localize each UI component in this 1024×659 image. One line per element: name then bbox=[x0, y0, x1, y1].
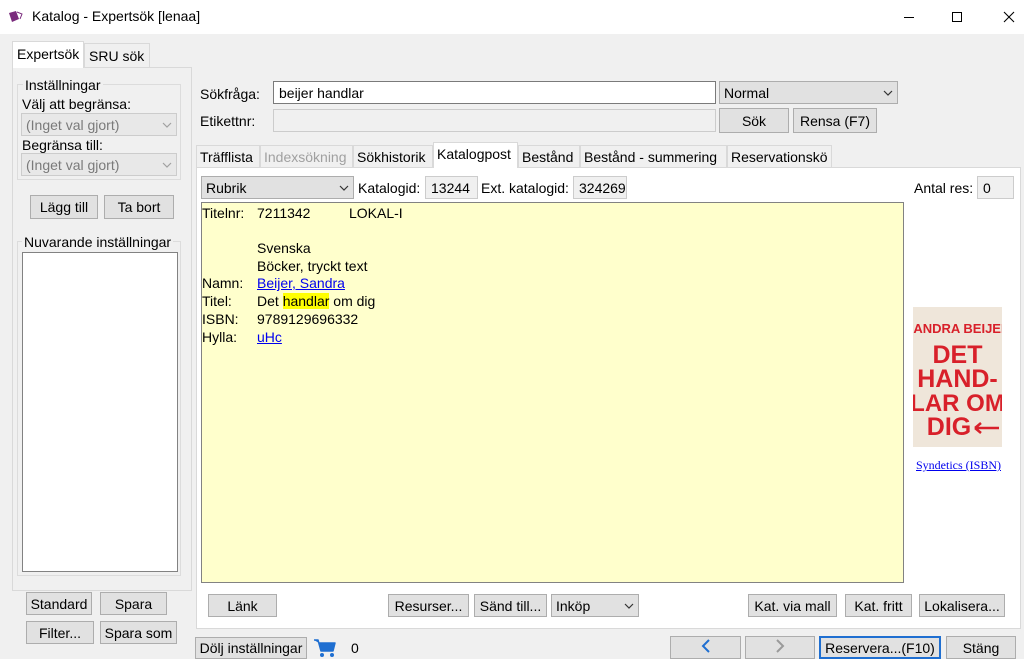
maximize-icon[interactable] bbox=[934, 0, 980, 34]
chevron-left-icon bbox=[701, 639, 711, 656]
close-button[interactable]: Stäng bbox=[946, 636, 1016, 659]
label-no-input[interactable] bbox=[273, 109, 716, 132]
record-title: Det handlar om dig bbox=[257, 293, 375, 309]
current-settings-list[interactable] bbox=[22, 252, 178, 572]
chevron-right-icon bbox=[775, 639, 785, 656]
limit-select[interactable]: (Inget val gjort) bbox=[21, 113, 177, 136]
chevron-down-icon bbox=[624, 603, 634, 609]
purchase-select[interactable]: Inköp bbox=[551, 594, 639, 617]
tab-katalogpost[interactable]: Katalogpost bbox=[433, 142, 518, 168]
current-settings-title: Nuvarande inställningar bbox=[22, 234, 174, 250]
app-icon bbox=[8, 10, 24, 24]
record-title-no-extra: LOKAL-I bbox=[349, 205, 403, 221]
query-label: Sökfråga: bbox=[200, 86, 260, 102]
record-media-type: Böcker, tryckt text bbox=[257, 258, 368, 274]
cover-title-line: DIG bbox=[927, 413, 971, 441]
minimize-icon[interactable] bbox=[886, 0, 932, 34]
standard-button[interactable]: Standard bbox=[26, 592, 92, 615]
search-mode-value: Normal bbox=[724, 84, 770, 101]
record-key: ISBN: bbox=[202, 311, 239, 327]
chevron-down-icon bbox=[339, 185, 349, 191]
tab-indexsokning[interactable]: Indexsökning bbox=[260, 145, 353, 167]
record-view-value: Rubrik bbox=[206, 179, 247, 196]
title-part: om dig bbox=[329, 293, 376, 309]
search-button[interactable]: Sök bbox=[719, 108, 789, 133]
chevron-down-icon bbox=[162, 122, 172, 128]
shelf-link[interactable]: uHc bbox=[257, 329, 282, 345]
record-key: Titelnr: bbox=[202, 205, 245, 221]
title-part: Det bbox=[257, 293, 283, 309]
send-to-button[interactable]: Sänd till... bbox=[474, 594, 547, 617]
save-button[interactable]: Spara bbox=[100, 592, 167, 615]
catalog-id-label: Katalogid: bbox=[358, 180, 421, 196]
settings-group-title: Inställningar bbox=[23, 77, 103, 93]
cart-count: 0 bbox=[351, 640, 359, 656]
query-input[interactable]: beijer handlar bbox=[273, 81, 716, 104]
resources-button[interactable]: Resurser... bbox=[388, 594, 469, 617]
restrict-select[interactable]: (Inget val gjort) bbox=[21, 153, 177, 176]
cover-title-line: HAND- bbox=[917, 365, 998, 393]
filter-button[interactable]: Filter... bbox=[26, 621, 94, 644]
ext-catalog-id-label: Ext. katalogid: bbox=[481, 180, 569, 196]
tab-trafflista[interactable]: Träfflista bbox=[196, 145, 260, 167]
next-button[interactable] bbox=[745, 636, 815, 659]
record-language: Svenska bbox=[257, 240, 311, 256]
clear-button[interactable]: Rensa (F7) bbox=[793, 108, 877, 133]
ext-catalog-id-field[interactable]: 324269 bbox=[573, 176, 627, 199]
window-title: Katalog - Expertsök [lenaa] bbox=[32, 8, 201, 24]
link-button[interactable]: Länk bbox=[208, 594, 277, 617]
record-key: Titel: bbox=[202, 293, 232, 309]
record-title-no: 7211342 bbox=[257, 205, 311, 221]
tab-expertsok[interactable]: Expertsök bbox=[12, 41, 84, 68]
purchase-select-value: Inköp bbox=[556, 597, 591, 614]
catalog-record: Titelnr: 7211342 LOKAL-I Svenska Böcker,… bbox=[201, 202, 904, 583]
record-key: Hylla: bbox=[202, 329, 238, 345]
localize-button[interactable]: Lokalisera... bbox=[919, 594, 1005, 617]
previous-button[interactable] bbox=[670, 636, 741, 659]
add-button[interactable]: Lägg till bbox=[30, 195, 98, 219]
cat-free-button[interactable]: Kat. fritt bbox=[845, 594, 912, 617]
limit-label: Välj att begränsa: bbox=[22, 96, 131, 112]
reservations-label: Antal res: bbox=[914, 180, 974, 196]
cat-template-button[interactable]: Kat. via mall bbox=[748, 594, 837, 617]
cart-icon[interactable] bbox=[313, 638, 337, 658]
remove-button[interactable]: Ta bort bbox=[104, 195, 174, 219]
reservations-field[interactable]: 0 bbox=[977, 176, 1014, 199]
chevron-down-icon bbox=[883, 90, 893, 96]
tab-sru-sok[interactable]: SRU sök bbox=[84, 43, 150, 67]
limit-select-value: (Inget val gjort) bbox=[26, 116, 120, 133]
author-link[interactable]: Beijer, Sandra bbox=[257, 275, 345, 291]
hide-settings-button[interactable]: Dölj inställningar bbox=[195, 637, 307, 659]
restrict-label: Begränsa till: bbox=[22, 137, 103, 153]
save-as-button[interactable]: Spara som bbox=[100, 621, 177, 644]
reserve-button[interactable]: Reservera...(F10) bbox=[819, 636, 941, 659]
tab-sokhistorik[interactable]: Sökhistorik bbox=[353, 145, 433, 167]
chevron-down-icon bbox=[162, 162, 172, 168]
tab-reservationsko[interactable]: Reservationskö bbox=[727, 145, 832, 167]
syndetics-link[interactable]: Syndetics (ISBN) bbox=[916, 458, 1001, 473]
label-no-label: Etikettnr: bbox=[200, 113, 256, 129]
book-cover[interactable]: SANDRA BEIJER DET HAND- LAR OM DIG bbox=[905, 307, 1011, 447]
record-key: Namn: bbox=[202, 275, 244, 291]
tab-bestand[interactable]: Bestånd bbox=[518, 145, 580, 167]
close-icon[interactable] bbox=[986, 0, 1024, 34]
title-highlight: handlar bbox=[282, 293, 330, 309]
cover-author: SANDRA BEIJER bbox=[913, 321, 1002, 336]
record-isbn: 9789129696332 bbox=[257, 311, 359, 327]
restrict-select-value: (Inget val gjort) bbox=[26, 156, 120, 173]
record-view-select[interactable]: Rubrik bbox=[201, 176, 354, 199]
catalog-id-field[interactable]: 13244 bbox=[425, 176, 478, 199]
tab-bestand-summering[interactable]: Bestånd - summering bbox=[580, 145, 727, 167]
search-mode-select[interactable]: Normal bbox=[719, 81, 898, 104]
